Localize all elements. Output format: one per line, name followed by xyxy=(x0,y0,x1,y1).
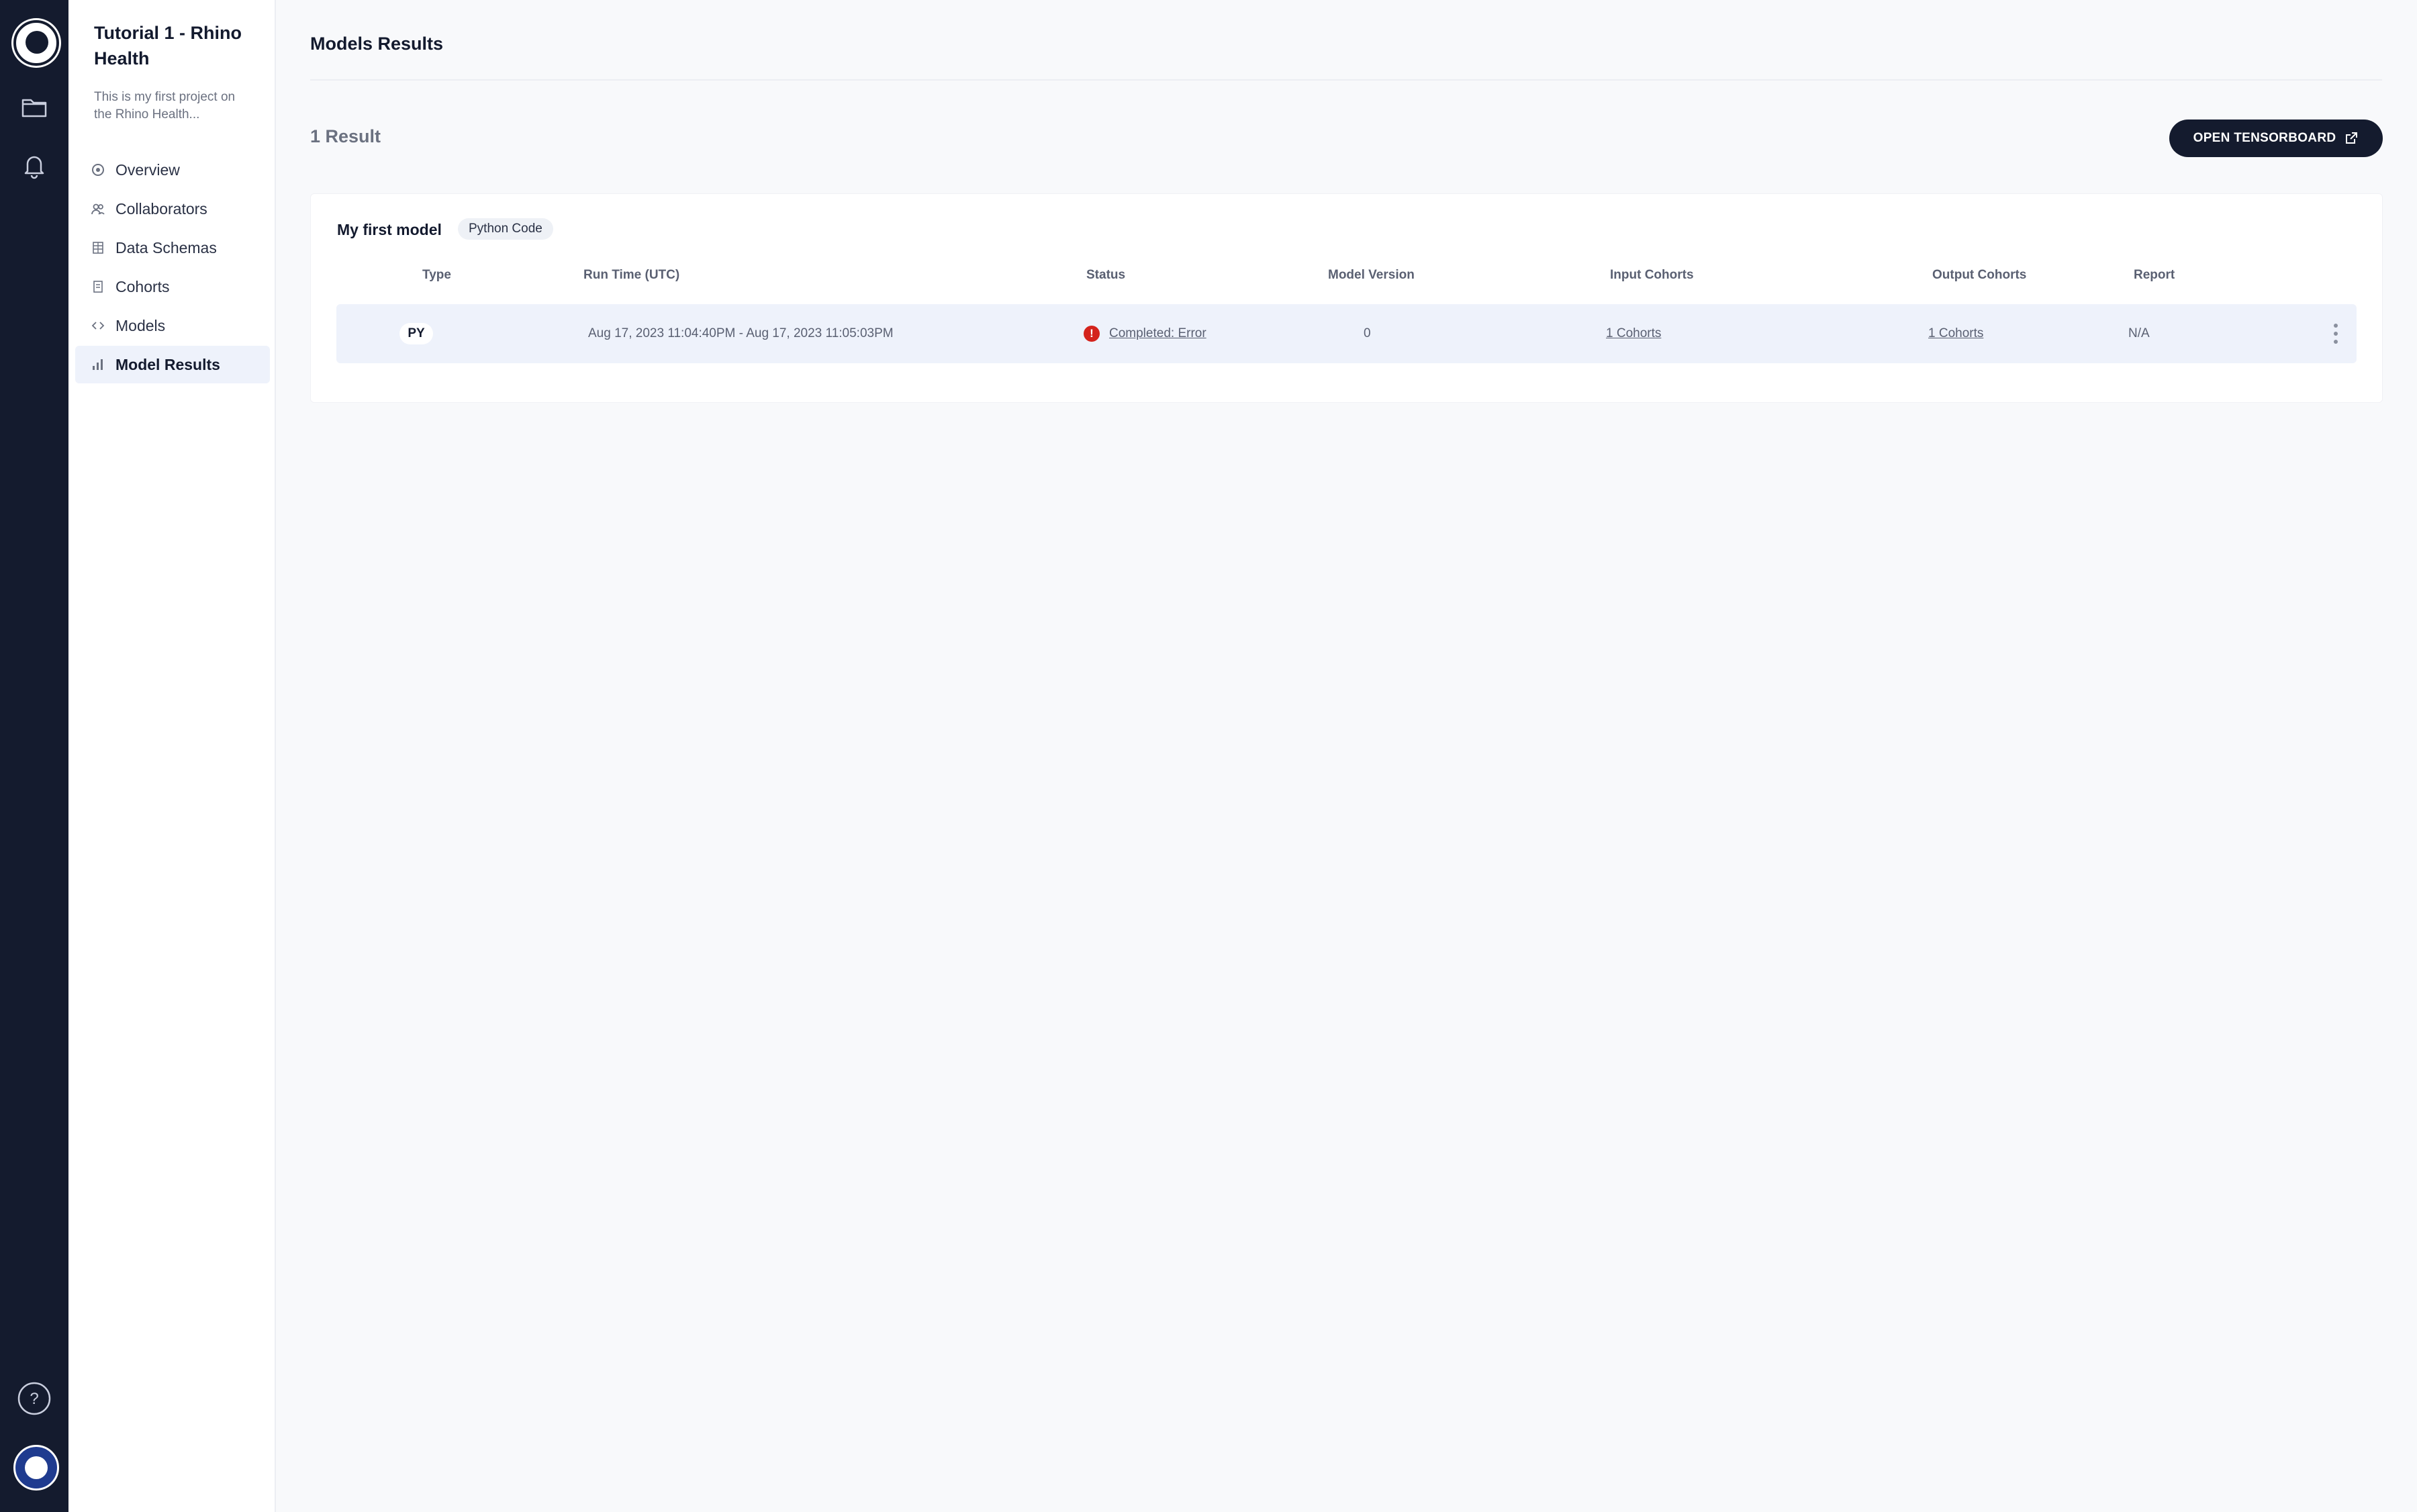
result-count: 1 Result xyxy=(310,126,381,146)
divider xyxy=(310,79,2382,81)
svg-text:?: ? xyxy=(30,1390,38,1408)
status-link[interactable]: Completed: Error xyxy=(1109,326,1206,341)
project-title: Tutorial 1 - Rhino Health xyxy=(94,23,242,68)
column-header-report: Report xyxy=(2134,268,2175,282)
code-icon xyxy=(90,318,106,334)
external-link-icon xyxy=(2346,132,2358,144)
document-icon xyxy=(90,279,106,295)
help-icon[interactable]: ? xyxy=(17,1382,51,1415)
column-header-output-cohorts: Output Cohorts xyxy=(1932,268,2027,282)
project-sidebar: Tutorial 1 - Rhino Health This is my fir… xyxy=(68,0,276,1512)
collaborators-icon xyxy=(90,201,106,217)
sidebar-item-model-results[interactable]: Model Results xyxy=(75,346,270,383)
column-header-run-time: Run Time (UTC) xyxy=(583,268,680,282)
sidebar-item-overview[interactable]: Overview xyxy=(75,151,270,189)
table-row[interactable]: PY Aug 17, 2023 11:04:40PM - Aug 17, 202… xyxy=(336,304,2357,363)
model-type-tag: Python Code xyxy=(458,218,553,240)
sidebar-item-models[interactable]: Models xyxy=(75,307,270,344)
main-content: Models Results 1 Result OPEN TENSORBOARD… xyxy=(275,0,2417,1512)
folder-icon[interactable] xyxy=(17,91,51,124)
report-cell: N/A xyxy=(2128,326,2150,340)
user-avatar[interactable] xyxy=(13,1445,59,1491)
project-nav: Overview Collaborators Data Schemas Coho… xyxy=(75,151,270,385)
error-icon: ! xyxy=(1084,326,1100,342)
sidebar-item-label: Collaborators xyxy=(115,199,207,218)
open-tensorboard-label: OPEN TENSORBOARD xyxy=(2193,131,2336,145)
project-description: This is my first project on the Rhino He… xyxy=(94,90,236,122)
sidebar-item-label: Cohorts xyxy=(115,277,170,295)
sidebar-item-collaborators[interactable]: Collaborators xyxy=(75,190,270,228)
page-title: Models Results xyxy=(310,34,444,54)
bell-icon[interactable] xyxy=(17,149,51,183)
column-header-model-version: Model Version xyxy=(1328,268,1415,282)
type-badge: PY xyxy=(399,323,433,344)
sidebar-item-label: Overview xyxy=(115,160,180,179)
run-time-cell: Aug 17, 2023 11:04:40PM - Aug 17, 2023 1… xyxy=(588,326,894,340)
model-version-cell: 0 xyxy=(1364,326,1371,340)
input-cohorts-link[interactable]: 1 Cohorts xyxy=(1606,326,1661,341)
sidebar-item-label: Data Schemas xyxy=(115,238,217,256)
output-cohorts-link[interactable]: 1 Cohorts xyxy=(1928,326,1983,341)
model-name: My first model xyxy=(337,221,442,238)
app-rail: ? xyxy=(0,0,68,1512)
sidebar-item-data-schemas[interactable]: Data Schemas xyxy=(75,229,270,267)
model-results-card: My first model Python Code Type Run Time… xyxy=(310,193,2383,403)
column-header-input-cohorts: Input Cohorts xyxy=(1610,268,1694,282)
sidebar-item-label: Models xyxy=(115,316,166,334)
sidebar-item-cohorts[interactable]: Cohorts xyxy=(75,268,270,305)
table-icon xyxy=(90,240,106,256)
status-cell: ! Completed: Error xyxy=(1084,304,1206,363)
overview-icon xyxy=(90,162,106,178)
column-header-status: Status xyxy=(1086,268,1126,282)
sidebar-item-label: Model Results xyxy=(115,355,220,373)
column-header-type: Type xyxy=(422,268,451,282)
bar-chart-icon xyxy=(90,357,106,373)
open-tensorboard-button[interactable]: OPEN TENSORBOARD xyxy=(2169,120,2383,157)
more-options-icon[interactable] xyxy=(2334,324,2338,344)
rhino-logo-icon[interactable] xyxy=(13,20,59,66)
